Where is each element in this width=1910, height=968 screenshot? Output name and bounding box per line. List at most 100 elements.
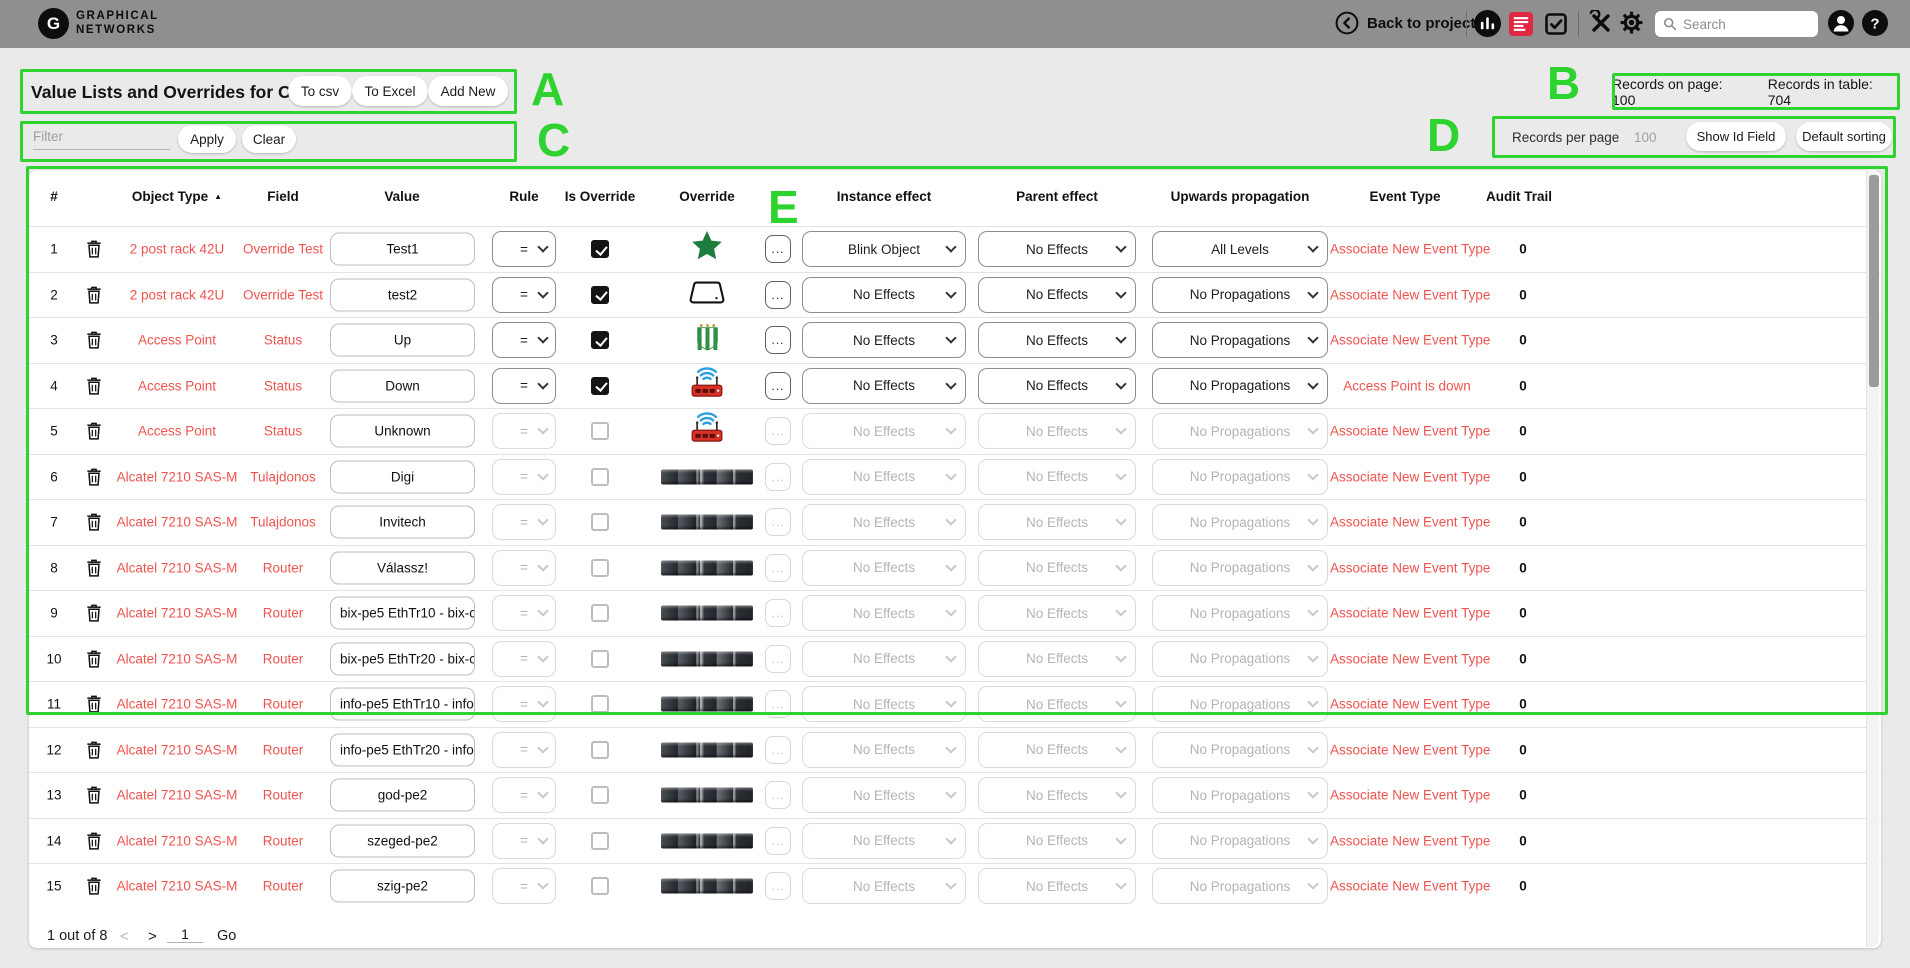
event-type-link[interactable]: Associate New Event Type bbox=[1330, 833, 1484, 848]
override-picker-button[interactable]: ... bbox=[765, 508, 791, 536]
delete-row-button[interactable] bbox=[84, 284, 104, 306]
column-header-event-type[interactable]: Event Type bbox=[1369, 189, 1440, 204]
value-input[interactable] bbox=[330, 733, 475, 766]
override-picker-button[interactable]: ... bbox=[765, 736, 791, 764]
instance-effect-select[interactable]: No Effects bbox=[802, 641, 966, 677]
next-page-button[interactable]: > bbox=[148, 928, 157, 945]
field-link[interactable]: Router bbox=[228, 651, 338, 666]
override-picker-button[interactable]: ... bbox=[765, 554, 791, 582]
rule-select[interactable]: = bbox=[492, 322, 556, 358]
instance-effect-select[interactable]: No Effects bbox=[802, 550, 966, 586]
instance-effect-select[interactable]: No Effects bbox=[802, 595, 966, 631]
rule-select[interactable]: = bbox=[492, 231, 556, 267]
event-type-link[interactable]: Associate New Event Type bbox=[1330, 606, 1484, 621]
parent-effect-select[interactable]: No Effects bbox=[978, 504, 1136, 540]
rule-select[interactable]: = bbox=[492, 823, 556, 859]
admin-tools-button[interactable] bbox=[1587, 10, 1613, 36]
instance-effect-select[interactable]: No Effects bbox=[802, 732, 966, 768]
value-input[interactable] bbox=[330, 642, 475, 675]
rule-select[interactable]: = bbox=[492, 686, 556, 722]
field-link[interactable]: Router bbox=[228, 606, 338, 621]
override-picker-button[interactable]: ... bbox=[765, 281, 791, 309]
tasks-button[interactable] bbox=[1544, 12, 1568, 36]
delete-row-button[interactable] bbox=[84, 375, 104, 397]
upwards-propagation-select[interactable]: No Propagations bbox=[1152, 686, 1328, 722]
rule-select[interactable]: = bbox=[492, 368, 556, 404]
is-override-checkbox[interactable] bbox=[591, 741, 609, 759]
instance-effect-select[interactable]: Blink Object bbox=[802, 231, 966, 267]
value-input[interactable] bbox=[330, 415, 475, 448]
instance-effect-select[interactable]: No Effects bbox=[802, 413, 966, 449]
parent-effect-select[interactable]: No Effects bbox=[978, 459, 1136, 495]
instance-effect-select[interactable]: No Effects bbox=[802, 504, 966, 540]
field-link[interactable]: Override Test bbox=[228, 242, 338, 257]
override-picker-button[interactable]: ... bbox=[765, 827, 791, 855]
delete-row-button[interactable] bbox=[84, 648, 104, 670]
is-override-checkbox[interactable] bbox=[591, 877, 609, 895]
override-picker-button[interactable]: ... bbox=[765, 690, 791, 718]
value-input[interactable] bbox=[330, 324, 475, 357]
event-type-link[interactable]: Associate New Event Type bbox=[1330, 788, 1484, 803]
upwards-propagation-select[interactable]: No Propagations bbox=[1152, 459, 1328, 495]
default-sorting-button[interactable]: Default sorting bbox=[1796, 122, 1892, 151]
event-type-link[interactable]: Associate New Event Type bbox=[1330, 333, 1484, 348]
column-header-override[interactable]: Override bbox=[679, 189, 735, 204]
instance-effect-select[interactable]: No Effects bbox=[802, 459, 966, 495]
instance-effect-select[interactable]: No Effects bbox=[802, 777, 966, 813]
filter-input[interactable] bbox=[33, 124, 170, 150]
delete-row-button[interactable] bbox=[84, 466, 104, 488]
value-input[interactable] bbox=[330, 779, 475, 812]
is-override-checkbox[interactable] bbox=[591, 286, 609, 304]
instance-effect-select[interactable]: No Effects bbox=[802, 368, 966, 404]
delete-row-button[interactable] bbox=[84, 875, 104, 897]
is-override-checkbox[interactable] bbox=[591, 832, 609, 850]
page-number-input[interactable] bbox=[167, 926, 203, 943]
upwards-propagation-select[interactable]: No Propagations bbox=[1152, 595, 1328, 631]
field-link[interactable]: Router bbox=[228, 788, 338, 803]
rule-select[interactable]: = bbox=[492, 504, 556, 540]
field-link[interactable]: Tulajdonos bbox=[228, 469, 338, 484]
rule-select[interactable]: = bbox=[492, 550, 556, 586]
delete-row-button[interactable] bbox=[84, 329, 104, 351]
scrollbar-thumb[interactable] bbox=[1869, 175, 1879, 387]
parent-effect-select[interactable]: No Effects bbox=[978, 868, 1136, 904]
column-header-upwards-propagation[interactable]: Upwards propagation bbox=[1171, 189, 1310, 204]
column-header-is-override[interactable]: Is Override bbox=[565, 189, 636, 204]
override-picker-button[interactable]: ... bbox=[765, 781, 791, 809]
upwards-propagation-select[interactable]: No Propagations bbox=[1152, 641, 1328, 677]
instance-effect-select[interactable]: No Effects bbox=[802, 277, 966, 313]
field-link[interactable]: Router bbox=[228, 742, 338, 757]
field-link[interactable]: Tulajdonos bbox=[228, 515, 338, 530]
parent-effect-select[interactable]: No Effects bbox=[978, 231, 1136, 267]
event-type-link[interactable]: Associate New Event Type bbox=[1330, 742, 1484, 757]
field-link[interactable]: Status bbox=[228, 424, 338, 439]
is-override-checkbox[interactable] bbox=[591, 695, 609, 713]
override-picker-button[interactable]: ... bbox=[765, 372, 791, 400]
help-button[interactable]: ? bbox=[1862, 10, 1888, 36]
rule-select[interactable]: = bbox=[492, 777, 556, 813]
delete-row-button[interactable] bbox=[84, 693, 104, 715]
parent-effect-select[interactable]: No Effects bbox=[978, 777, 1136, 813]
parent-effect-select[interactable]: No Effects bbox=[978, 686, 1136, 722]
delete-row-button[interactable] bbox=[84, 511, 104, 533]
rule-select[interactable]: = bbox=[492, 868, 556, 904]
column-header-field[interactable]: Field bbox=[267, 189, 299, 204]
override-picker-button[interactable]: ... bbox=[765, 645, 791, 673]
delete-row-button[interactable] bbox=[84, 739, 104, 761]
event-type-link[interactable]: Associate New Event Type bbox=[1330, 242, 1484, 257]
parent-effect-select[interactable]: No Effects bbox=[978, 550, 1136, 586]
records-per-page-value[interactable]: 100 bbox=[1634, 130, 1657, 145]
field-link[interactable]: Router bbox=[228, 879, 338, 894]
upwards-propagation-select[interactable]: No Propagations bbox=[1152, 550, 1328, 586]
rule-select[interactable]: = bbox=[492, 732, 556, 768]
account-button[interactable] bbox=[1828, 10, 1854, 36]
delete-row-button[interactable] bbox=[84, 420, 104, 442]
value-input[interactable] bbox=[330, 506, 475, 539]
event-type-link[interactable]: Associate New Event Type bbox=[1330, 469, 1484, 484]
back-to-project-button[interactable]: Back to project bbox=[1335, 11, 1475, 35]
upwards-propagation-select[interactable]: No Propagations bbox=[1152, 413, 1328, 449]
rule-select[interactable]: = bbox=[492, 459, 556, 495]
rule-select[interactable]: = bbox=[492, 595, 556, 631]
parent-effect-select[interactable]: No Effects bbox=[978, 413, 1136, 449]
value-input[interactable] bbox=[330, 233, 475, 266]
